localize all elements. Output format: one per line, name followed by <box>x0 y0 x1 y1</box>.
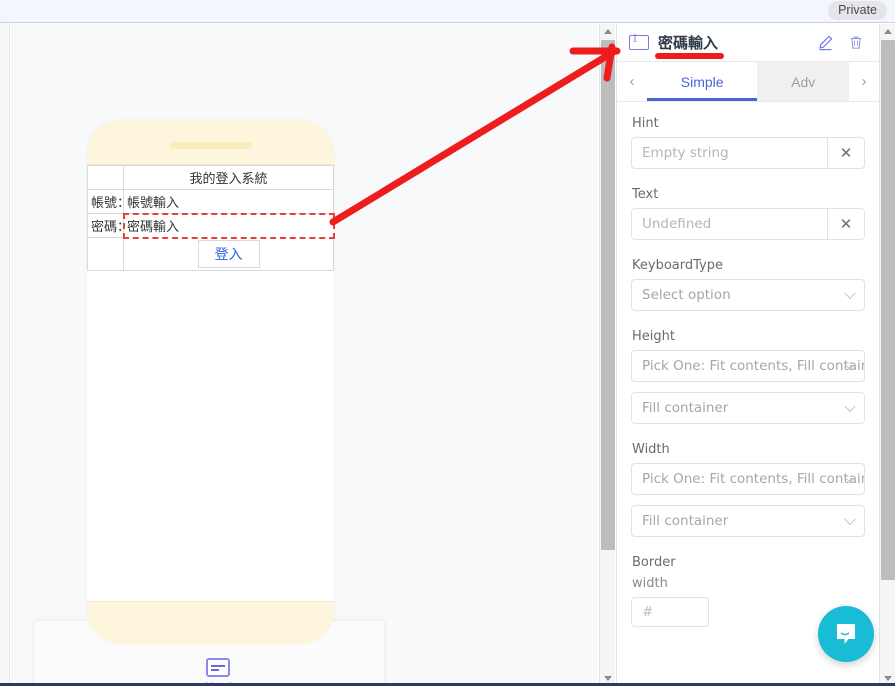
nonvisible-component-alert1[interactable]: Alert1 <box>183 658 253 686</box>
height-primary-select[interactable]: Pick One: Fit contents, Fill container <box>631 350 865 382</box>
table-row: 密碼： 密碼輸入 <box>87 212 335 239</box>
phone-preview[interactable]: 我的登入系統 帳號： 帳號輸入 密碼： 密碼輸入 登入 <box>87 120 335 644</box>
panel-title: 密碼輸入 <box>658 34 719 52</box>
hint-input-wrap: ✕ <box>631 137 865 169</box>
property-label-width: Width <box>632 442 670 457</box>
private-badge: Private <box>828 1 887 20</box>
height-secondary-select[interactable]: Fill container <box>631 392 865 424</box>
trash-icon[interactable] <box>845 32 867 54</box>
tab-simple[interactable]: Simple <box>647 62 758 101</box>
chat-bubble-icon[interactable] <box>818 606 874 662</box>
property-label-keyboardtype: KeyboardType <box>632 258 723 273</box>
height-secondary-value: Fill container <box>642 400 729 416</box>
property-hint: Hint ✕ <box>631 116 865 169</box>
property-keyboardtype: KeyboardType Select option <box>631 258 865 311</box>
phone-screen[interactable]: 我的登入系統 帳號： 帳號輸入 密碼： 密碼輸入 登入 <box>87 164 335 602</box>
width-primary-value: Pick One: Fit contents, Fill container <box>642 471 865 487</box>
panel-scrollbar[interactable] <box>879 24 895 686</box>
panel-properties: Hint ✕ Text ✕ KeyboardType Select option <box>617 102 879 627</box>
chevron-down-icon <box>844 400 856 413</box>
chevron-right-icon[interactable]: › <box>849 62 879 101</box>
property-label-height: Height <box>632 329 675 344</box>
property-height: Height Pick One: Fit contents, Fill cont… <box>631 329 865 424</box>
chevron-down-icon <box>844 513 856 526</box>
panel-tabs: ‹ Simple Adv › <box>617 62 879 102</box>
tab-advanced[interactable]: Adv <box>757 62 850 101</box>
chevron-left-icon[interactable]: ‹ <box>617 62 647 101</box>
text-input-wrap: ✕ <box>631 208 865 240</box>
app-root: Private 我的登入系統 帳號： 帳號輸入 密碼： 密碼輸入 登入 I 密碼… <box>0 0 895 686</box>
password-input-preview[interactable]: 密碼輸入 <box>122 212 335 239</box>
table-row: 帳號： 帳號輸入 <box>87 189 334 214</box>
scroll-up-icon[interactable] <box>880 24 895 39</box>
title-spacer-cell <box>87 165 124 190</box>
scroll-up-icon[interactable] <box>600 24 616 39</box>
keyboardtype-select[interactable]: Select option <box>631 279 865 311</box>
canvas-scrollbar-thumb[interactable] <box>601 40 615 550</box>
border-width-input[interactable] <box>631 597 709 627</box>
hint-input[interactable] <box>631 137 827 169</box>
account-input-preview[interactable]: 帳號輸入 <box>123 189 334 214</box>
text-clear-icon[interactable]: ✕ <box>827 208 865 240</box>
property-width: Width Pick One: Fit contents, Fill conta… <box>631 442 865 537</box>
width-primary-select[interactable]: Pick One: Fit contents, Fill container <box>631 463 865 495</box>
alert-component-icon <box>206 658 230 677</box>
design-canvas[interactable]: 我的登入系統 帳號： 帳號輸入 密碼： 密碼輸入 登入 <box>11 24 598 686</box>
left-rail <box>0 23 10 686</box>
height-primary-value: Pick One: Fit contents, Fill container <box>642 358 865 374</box>
login-button[interactable]: 登入 <box>197 240 260 268</box>
hint-clear-icon[interactable]: ✕ <box>827 137 865 169</box>
password-label: 密碼： <box>87 213 130 238</box>
text-input[interactable] <box>631 208 827 240</box>
login-form-table: 我的登入系統 帳號： 帳號輸入 密碼： 密碼輸入 登入 <box>87 165 335 271</box>
pencil-icon[interactable] <box>814 32 836 54</box>
property-label-border: Border <box>632 555 676 570</box>
table-row-title: 我的登入系統 <box>87 165 334 190</box>
submit-spacer-cell <box>87 237 124 271</box>
canvas-scrollbar[interactable] <box>599 24 615 686</box>
chevron-down-icon <box>844 287 856 300</box>
textbox-component-icon <box>629 34 649 50</box>
width-secondary-select[interactable]: Fill container <box>631 505 865 537</box>
top-bar: Private <box>0 0 895 23</box>
phone-speaker <box>169 142 252 149</box>
form-title: 我的登入系統 <box>123 165 334 190</box>
account-label: 帳號： <box>87 189 130 214</box>
width-secondary-value: Fill container <box>642 513 729 529</box>
property-text: Text ✕ <box>631 187 865 240</box>
panel-scrollbar-thumb[interactable] <box>881 40 895 580</box>
property-label-hint: Hint <box>632 116 659 131</box>
keyboardtype-select-value: Select option <box>642 287 731 303</box>
property-sublabel-border-width: width <box>632 576 668 591</box>
properties-panel: 密碼輸入 ‹ Simple Adv › <box>616 24 879 686</box>
submit-cell: 登入 <box>123 237 334 271</box>
panel-header: 密碼輸入 <box>617 24 879 62</box>
property-label-text: Text <box>632 187 659 202</box>
table-row-submit: 登入 <box>87 237 334 271</box>
